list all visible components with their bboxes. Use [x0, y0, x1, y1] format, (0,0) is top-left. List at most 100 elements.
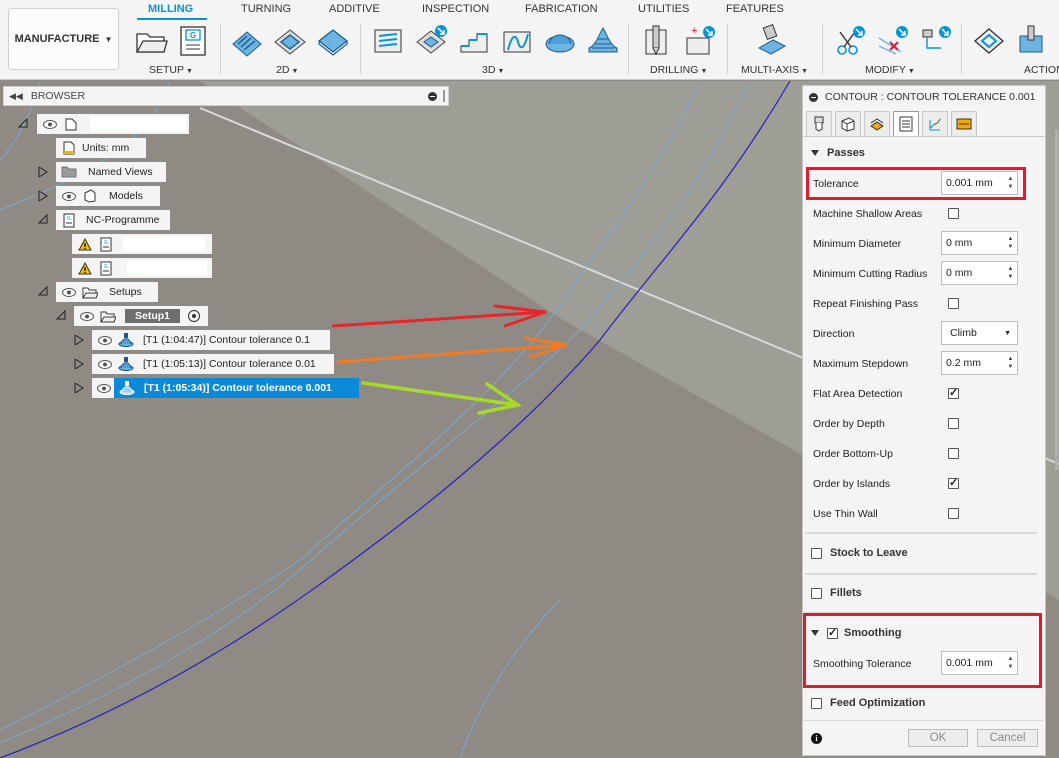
rewind-icon[interactable]: ◀◀ — [9, 91, 23, 102]
scissors-icon[interactable] — [833, 24, 867, 58]
group-drilling[interactable]: DRILLING ▼ — [650, 64, 707, 76]
folder-setup-icon[interactable] — [134, 24, 168, 58]
thin-wall-checkbox[interactable] — [948, 508, 959, 519]
collapse-triangle-icon[interactable] — [18, 118, 28, 128]
eye-icon[interactable] — [61, 188, 77, 204]
info-icon[interactable]: i — [811, 733, 822, 744]
group-action[interactable]: ACTION — [1024, 64, 1059, 76]
3d-scallop-icon[interactable] — [586, 24, 620, 58]
nc-program-icon[interactable]: G — [177, 24, 211, 58]
eye-icon[interactable] — [42, 116, 58, 132]
group-modify[interactable]: MODIFY ▼ — [865, 64, 915, 76]
3d-contour-icon[interactable] — [500, 24, 534, 58]
warning-icon — [77, 236, 93, 252]
tab-passes[interactable] — [893, 111, 919, 136]
stock-to-leave-checkbox[interactable] — [811, 547, 822, 559]
spinner-icon[interactable]: ▲ ▼ — [1004, 352, 1017, 374]
tree-named-views[interactable]: Named Views — [56, 162, 166, 182]
section-feed-optimization[interactable]: Feed Optimization — [811, 697, 925, 709]
ok-button[interactable]: OK — [908, 729, 968, 747]
group-setup[interactable]: SETUP ▼ — [149, 64, 193, 76]
minimize-icon[interactable] — [428, 91, 437, 101]
order-depth-checkbox[interactable] — [948, 418, 959, 429]
tree-operation[interactable]: [T1 (1:05:13)] Contour tolerance 0.01 — [92, 354, 334, 374]
tab-linking[interactable] — [922, 111, 948, 136]
direction-select[interactable]: Climb ▼ — [941, 321, 1018, 345]
eye-icon[interactable] — [97, 380, 111, 396]
machine-shallow-checkbox[interactable] — [948, 208, 959, 219]
collapse-triangle-icon[interactable] — [38, 286, 48, 296]
resize-handle[interactable] — [443, 90, 445, 102]
fillets-checkbox[interactable] — [811, 587, 822, 599]
tab-geometry[interactable] — [835, 111, 861, 136]
activate-target-icon[interactable] — [188, 310, 201, 322]
drill-icon[interactable] — [639, 24, 673, 58]
2d-pocket-icon[interactable] — [273, 24, 307, 58]
3d-parallel-icon[interactable] — [543, 24, 577, 58]
group-2d[interactable]: 2D ▼ — [276, 64, 298, 76]
eye-icon[interactable] — [61, 284, 77, 300]
tab-heights[interactable] — [864, 111, 890, 136]
minimize-icon[interactable] — [809, 92, 818, 102]
collapse-triangle-icon[interactable] — [38, 214, 48, 224]
cancel-button[interactable]: Cancel — [977, 729, 1038, 747]
move-toolpath-icon[interactable] — [919, 24, 953, 58]
flat-area-checkbox[interactable] — [948, 386, 959, 399]
units-label: Units: mm — [82, 142, 130, 154]
multi-axis-icon[interactable] — [755, 24, 789, 58]
3d-adaptive-icon[interactable] — [371, 24, 405, 58]
section-passes[interactable]: Passes — [811, 147, 865, 159]
panel-scrollbar[interactable] — [1055, 130, 1058, 470]
expand-triangle-icon[interactable] — [74, 359, 84, 369]
eye-icon[interactable] — [97, 332, 113, 348]
tree-nc-programs[interactable]: G NC-Programme — [56, 210, 170, 230]
2d-adaptive-icon[interactable] — [230, 24, 264, 58]
order-islands-checkbox[interactable] — [948, 476, 959, 489]
group-multi-axis[interactable]: MULTI-AXIS ▼ — [741, 64, 808, 76]
spinner-icon[interactable]: ▲ ▼ — [1004, 232, 1017, 254]
delete-toolpath-icon[interactable] — [876, 24, 910, 58]
tree-operation[interactable]: [T1 (1:04:47)] Contour tolerance 0.1 — [92, 330, 330, 350]
tree-units[interactable]: Units: mm — [56, 138, 146, 158]
post-process-icon[interactable] — [1015, 24, 1049, 58]
tab-post-process[interactable] — [951, 111, 977, 136]
tree-operation-selected[interactable]: [T1 (1:05:34)] Contour tolerance 0.001 — [114, 378, 359, 398]
smoothing-highlight — [803, 613, 1042, 688]
2d-contour-icon[interactable] — [316, 24, 350, 58]
simulate-icon[interactable] — [972, 24, 1006, 58]
section-stock-to-leave[interactable]: Stock to Leave — [811, 547, 908, 559]
feed-optimization-checkbox[interactable] — [811, 697, 822, 709]
collapse-triangle-icon[interactable] — [56, 310, 66, 320]
expand-triangle-icon[interactable] — [74, 383, 84, 393]
tree-setups[interactable]: Setups — [56, 282, 158, 302]
group-3d[interactable]: 3D ▼ — [482, 64, 504, 76]
tab-utilities[interactable]: UTILITIES — [638, 3, 689, 15]
tree-setup1[interactable]: Setup1 — [74, 306, 208, 326]
tab-turning[interactable]: TURNING — [241, 3, 291, 15]
min-radius-input[interactable]: 0 mm ▲ ▼ — [941, 261, 1018, 285]
hole-recognition-icon[interactable]: + — [683, 24, 717, 58]
tab-inspection[interactable]: INSPECTION — [422, 3, 489, 15]
eye-icon[interactable] — [79, 308, 95, 324]
min-diameter-input[interactable]: 0 mm ▲ ▼ — [941, 231, 1018, 255]
eye-cell[interactable] — [92, 378, 114, 398]
3d-steep-shallow-icon[interactable] — [457, 24, 491, 58]
repeat-finishing-checkbox[interactable] — [948, 298, 959, 309]
expand-triangle-icon[interactable] — [38, 191, 48, 201]
separator — [628, 24, 629, 74]
order-bottom-checkbox[interactable] — [948, 448, 959, 459]
expand-triangle-icon[interactable] — [74, 335, 84, 345]
expand-triangle-icon[interactable] — [38, 167, 48, 177]
tab-milling[interactable]: MILLING — [148, 3, 193, 15]
tree-models[interactable]: Models — [56, 186, 160, 206]
max-stepdown-input[interactable]: 0.2 mm ▲ ▼ — [941, 351, 1018, 375]
workspace-selector[interactable]: MANUFACTURE ▼ — [8, 8, 119, 70]
tab-fabrication[interactable]: FABRICATION — [525, 3, 598, 15]
3d-pocket-icon[interactable] — [414, 24, 448, 58]
spinner-icon[interactable]: ▲ ▼ — [1004, 262, 1017, 284]
tab-tool[interactable] — [806, 111, 832, 136]
tab-additive[interactable]: ADDITIVE — [329, 3, 380, 15]
section-fillets[interactable]: Fillets — [811, 587, 862, 599]
tab-features[interactable]: FEATURES — [726, 3, 784, 15]
eye-icon[interactable] — [97, 356, 113, 372]
